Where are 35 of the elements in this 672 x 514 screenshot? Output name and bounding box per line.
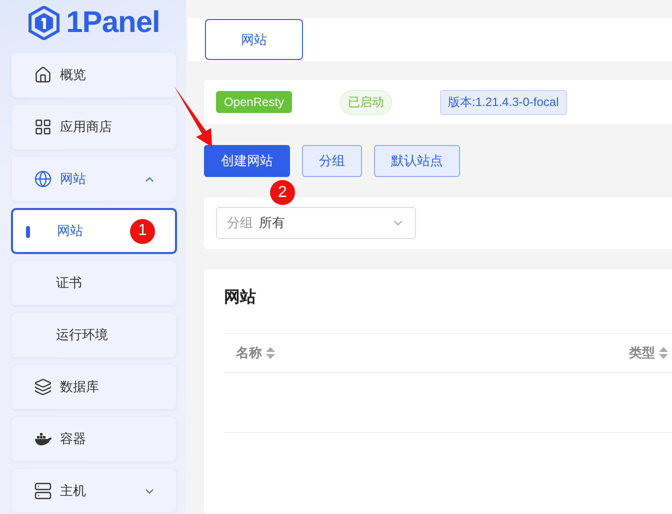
table-title: 网站 — [224, 287, 257, 308]
pointer-arrow — [172, 84, 214, 148]
group-select[interactable]: 分组 所有 — [216, 207, 416, 240]
nav-subitem[interactable]: 运行环境 — [11, 312, 177, 358]
logo-icon — [28, 6, 60, 40]
step-marker: 1 — [130, 218, 155, 244]
nav-item[interactable]: 数据库 — [11, 364, 177, 410]
sort-icon[interactable] — [659, 347, 668, 360]
globe-icon — [34, 170, 52, 188]
app-tag: OpenResty — [216, 91, 292, 113]
column-header[interactable]: 类型 — [629, 344, 668, 362]
nav-subitem[interactable]: 网站 1 — [11, 208, 177, 254]
nav-item[interactable]: 主机 — [11, 468, 177, 514]
home-icon — [34, 66, 52, 84]
nav-item[interactable]: 应用商店 — [11, 104, 177, 150]
nav-subitem[interactable]: 证书 — [11, 260, 177, 306]
logo-text: 1Panel — [66, 6, 160, 40]
column-header[interactable]: 名称 — [236, 344, 275, 362]
action-button[interactable]: 默认站点 — [374, 145, 460, 177]
nav-item[interactable]: 网站 — [11, 156, 177, 202]
nav-item[interactable]: 容器 — [11, 416, 177, 462]
step-marker: 2 — [270, 180, 295, 205]
action-button[interactable]: 分组 — [302, 145, 362, 177]
active-indicator — [26, 226, 30, 238]
nav-item[interactable]: 概览 — [11, 52, 177, 98]
select-label: 分组 — [227, 215, 253, 232]
grid-icon — [34, 118, 52, 136]
server-icon — [34, 482, 52, 500]
status-tag: 已启动 — [340, 90, 392, 114]
layers-icon — [34, 378, 52, 396]
tab[interactable]: 网站 — [205, 19, 303, 60]
select-value: 所有 — [259, 215, 286, 232]
sort-icon[interactable] — [266, 347, 275, 360]
whale-icon — [34, 432, 52, 446]
version-tag: 版本:1.21.4.3-0-focal — [440, 90, 567, 114]
